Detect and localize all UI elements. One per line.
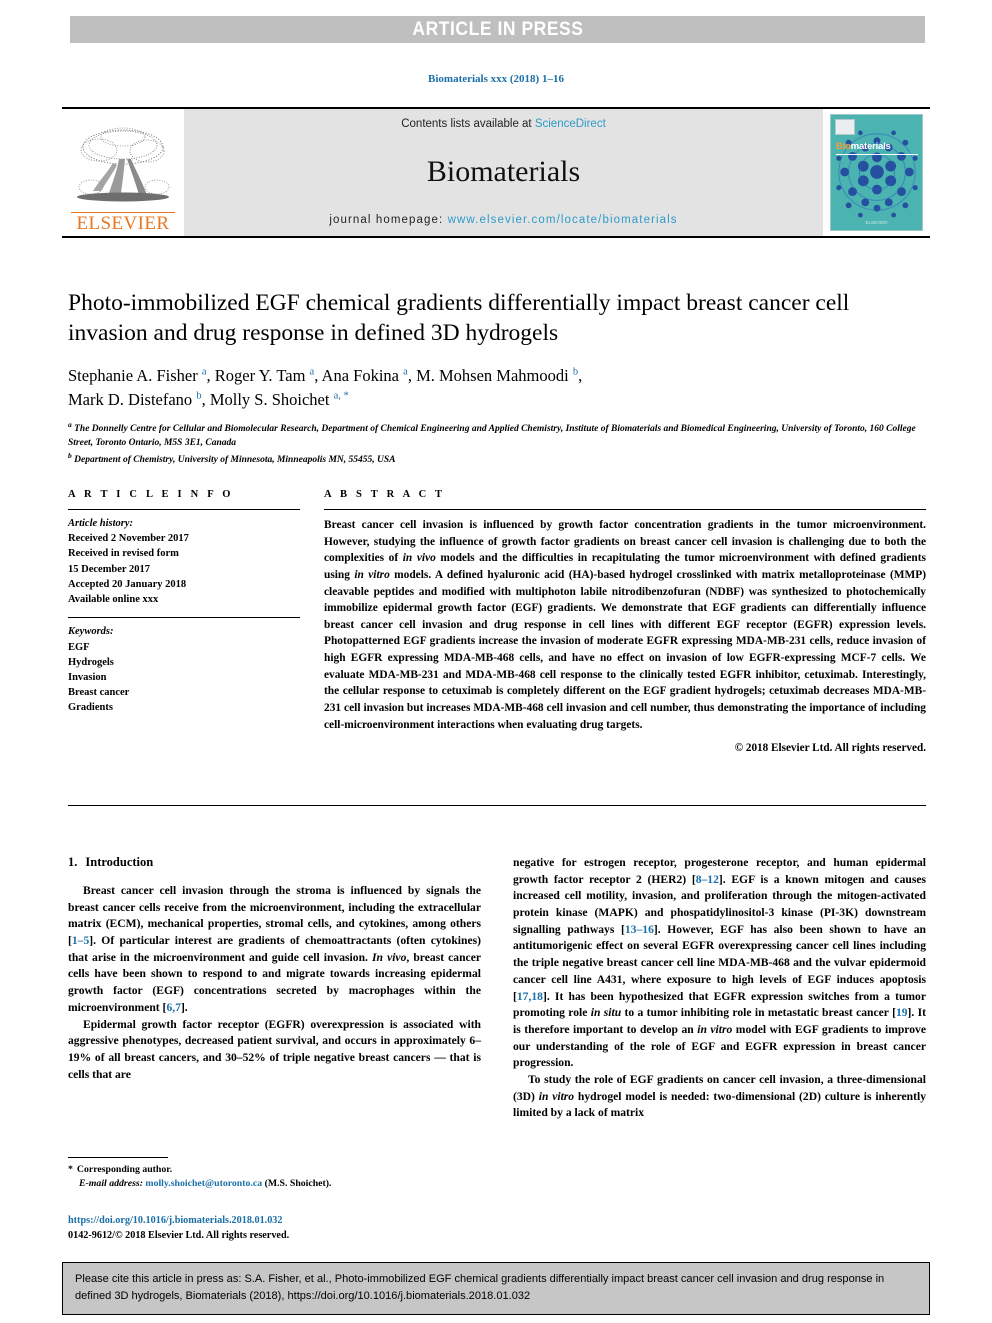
body-columns: 1. Introduction Breast cancer cell invasi… (68, 855, 926, 1122)
cover-title-materials: materials (850, 141, 891, 152)
affiliations: a The Donnelly Centre for Cellular and B… (68, 420, 926, 468)
history-item: Available online xxx (68, 594, 159, 606)
keyword-item: Hydrogels (68, 656, 114, 668)
journal-reference: Biomaterials xxx (2018) 1–16 (428, 73, 564, 85)
cite-this-article-box: Please cite this article in press as: S.… (62, 1262, 930, 1316)
paragraph: negative for estrogen receptor, progeste… (513, 856, 927, 1070)
cover-footer-text: ELSEVIER (865, 220, 888, 225)
history-item: Received in revised form (68, 548, 179, 560)
history-item: Received 2 November 2017 (68, 533, 189, 545)
keywords-list: Keywords: EGF Hydrogels Invasion Breast … (68, 624, 300, 715)
title-block: Photo-immobilized EGF chemical gradients… (68, 288, 926, 468)
cover-image: Biomaterials ELSEVIER (830, 114, 923, 231)
masthead-center: Contents lists available at ScienceDirec… (184, 109, 823, 236)
history-item: 15 December 2017 (68, 563, 151, 575)
footnote-rule (68, 1157, 168, 1158)
abstract-copyright: © 2018 Elsevier Ltd. All rights reserved… (734, 742, 926, 755)
keyword-item: Invasion (68, 671, 107, 683)
article-history-label: Article history: (68, 518, 134, 529)
elsevier-logo: ELSEVIER (62, 109, 184, 236)
paragraph: Breast cancer cell invasion through the … (68, 884, 481, 1014)
history-item: Accepted 20 January 2018 (68, 578, 187, 590)
journal-masthead: ELSEVIER Contents lists available at Sci… (62, 107, 930, 238)
elsevier-tree-icon (77, 127, 170, 202)
affiliation-b: b Department of Chemistry, University of… (68, 450, 396, 465)
contents-list-line: Contents lists available at ScienceDirec… (401, 118, 606, 130)
abstract-label: A B S T R A C T (324, 489, 446, 500)
article-in-press-label: ARTICLE IN PRESS (411, 18, 584, 40)
cite-this-article-text: Please cite this article in press as: S.… (75, 1273, 885, 1302)
cover-title-bio: Bio (836, 141, 851, 152)
section-title: Introduction (85, 855, 154, 869)
corresponding-author-text: Corresponding author. (76, 1164, 173, 1175)
page-title: Photo-immobilized EGF chemical gradients… (68, 290, 850, 347)
email-label: E-mail address: (79, 1177, 143, 1189)
keyword-item: Breast cancer (68, 687, 130, 699)
journal-homepage-link[interactable]: www.elsevier.com/locate/biomaterials (448, 214, 678, 226)
author-line-1: Stephanie A. Fisher a, Roger Y. Tam a, A… (68, 366, 583, 386)
author-list: Stephanie A. Fisher a, Roger Y. Tam a, A… (68, 364, 926, 411)
elsevier-wordmark: ELSEVIER (71, 212, 175, 233)
section-heading-introduction: 1. Introduction (68, 855, 481, 870)
article-in-press-banner: ARTICLE IN PRESS (70, 16, 925, 43)
cover-publisher-mark (835, 119, 855, 135)
cover-divider (836, 154, 918, 156)
abstract-bottom-rule (68, 805, 926, 806)
corresponding-author-note: * Corresponding author. (68, 1163, 481, 1177)
section-number: 1. (68, 855, 78, 869)
article-info-column: A R T I C L E I N F O Article history: R… (68, 489, 300, 754)
email-link[interactable]: molly.shoichet@utoronto.ca (145, 1178, 262, 1189)
homepage-prefix: journal homepage: (329, 214, 448, 226)
abstract-column: A B S T R A C T Breast cancer cell invas… (324, 489, 926, 754)
paragraph: To study the role of EGF gradients on ca… (513, 1072, 926, 1120)
doi-block: https://doi.org/10.1016/j.biomaterials.2… (68, 1213, 488, 1244)
author-line-2: Mark D. Distefano b, Molly S. Shoichet a… (68, 389, 349, 409)
journal-homepage-line: journal homepage: www.elsevier.com/locat… (329, 214, 677, 226)
doi-link[interactable]: https://doi.org/10.1016/j.biomaterials.2… (68, 1213, 488, 1228)
info-abstract-section: A R T I C L E I N F O Article history: R… (68, 489, 926, 754)
keywords-block: Keywords: EGF Hydrogels Invasion Breast … (68, 617, 300, 715)
journal-title: Biomaterials (426, 155, 581, 188)
left-column: 1. Introduction Breast cancer cell invasi… (68, 855, 481, 1122)
paragraph: Epidermal growth factor receptor (EGFR) … (68, 1017, 481, 1081)
abstract-text: Breast cancer cell invasion is influence… (324, 519, 926, 731)
keyword-item: EGF (68, 641, 90, 653)
affiliation-a: a The Donnelly Centre for Cellular and B… (68, 420, 916, 448)
journal-cover-thumbnail: Biomaterials ELSEVIER (823, 109, 930, 236)
right-column: negative for estrogen receptor, progeste… (513, 855, 926, 1122)
email-owner: (M.S. Shoichet). (264, 1177, 332, 1189)
cover-title: Biomaterials (836, 141, 891, 152)
keywords-label: Keywords: (68, 626, 114, 638)
contents-prefix: Contents lists available at (401, 118, 535, 130)
email-note: E-mail address: molly.shoichet@utoronto.… (68, 1177, 481, 1191)
footnote-block: * Corresponding author. E-mail address: m… (68, 1157, 481, 1191)
article-history-block: Article history: Received 2 November 201… (68, 510, 300, 607)
article-page: ARTICLE IN PRESS Biomaterials xxx (2018)… (0, 0, 992, 1323)
corresponding-author-marker: * (68, 1164, 73, 1175)
keyword-item: Gradients (68, 702, 113, 714)
article-info-label: A R T I C L E I N F O (68, 489, 234, 500)
sciencedirect-link[interactable]: ScienceDirect (535, 118, 606, 130)
issn-copyright-line: 0142-9612/© 2018 Elsevier Ltd. All right… (68, 1230, 290, 1242)
